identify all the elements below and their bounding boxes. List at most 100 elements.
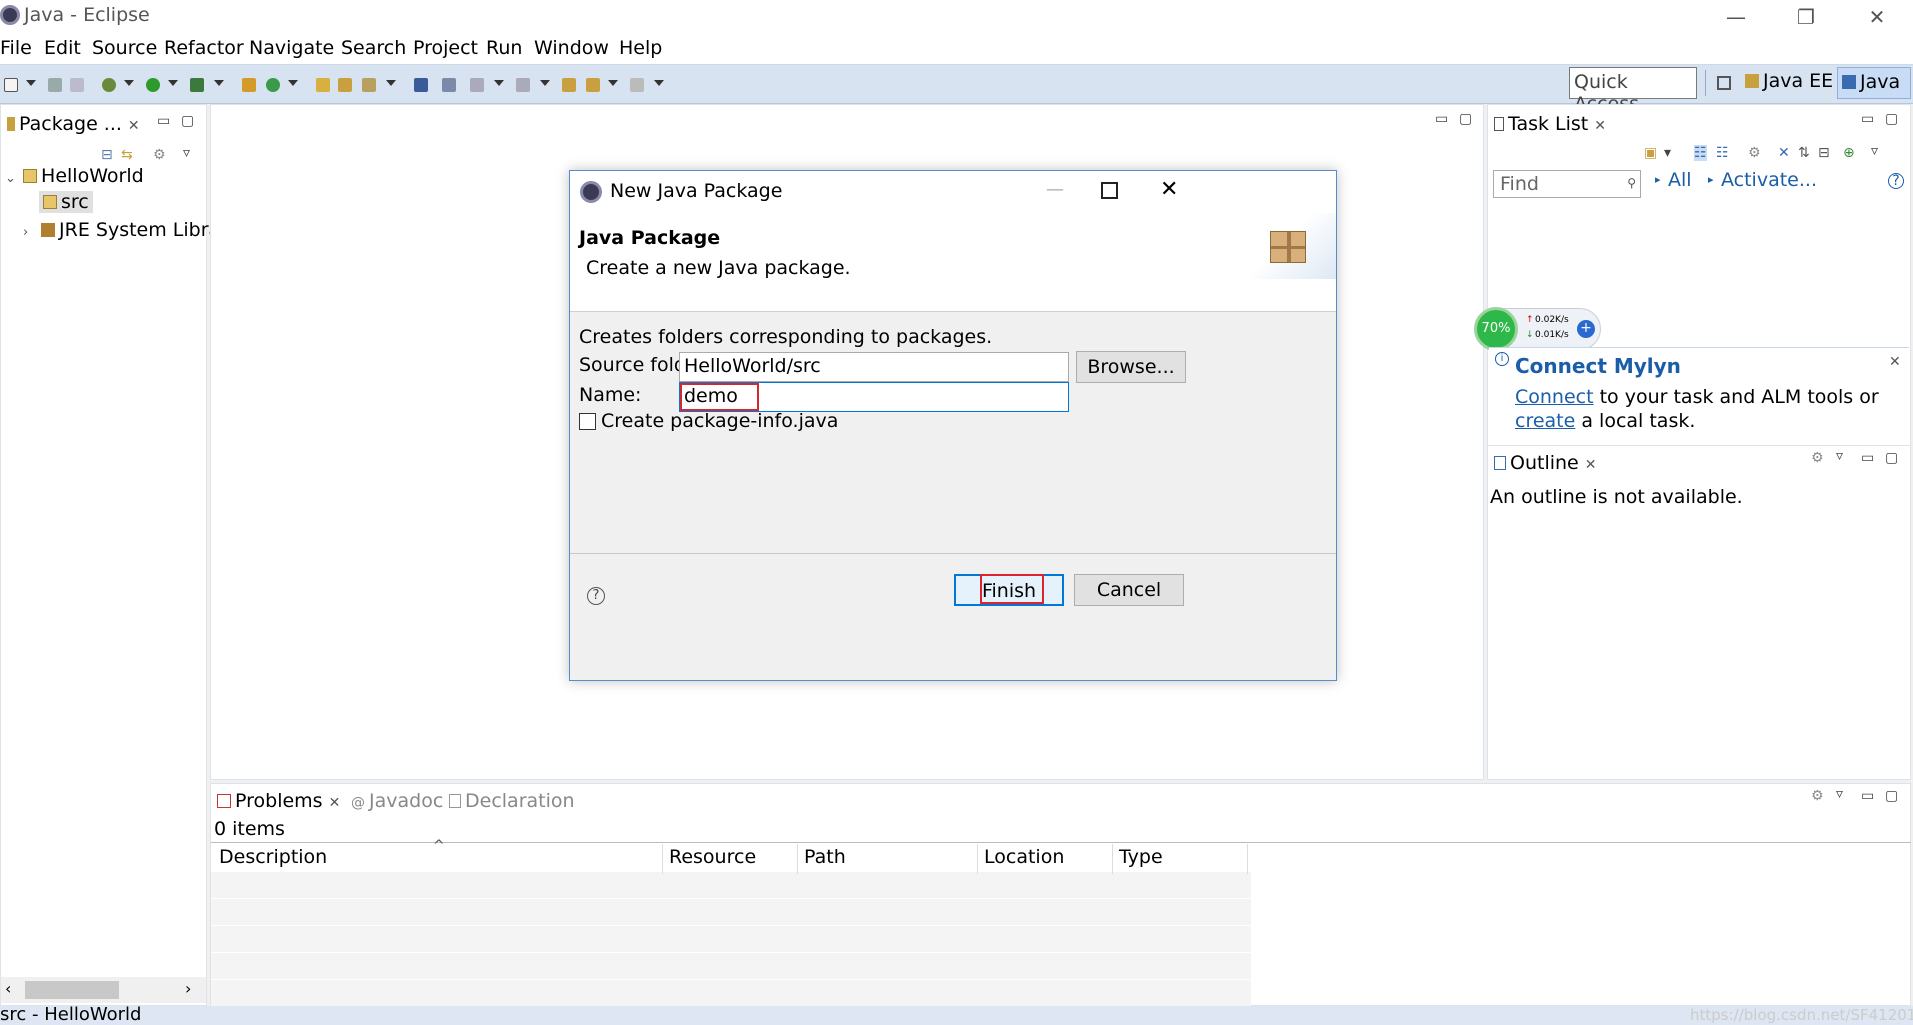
new-task-icon[interactable]: ▣: [1644, 145, 1657, 161]
run-icon[interactable]: [146, 78, 160, 92]
new-java-package-icon[interactable]: [242, 78, 256, 92]
menu-run[interactable]: Run: [486, 37, 522, 59]
menu-navigate[interactable]: Navigate: [249, 37, 334, 59]
focus-icon[interactable]: ✕: [1778, 145, 1790, 161]
menu-edit[interactable]: Edit: [44, 37, 81, 59]
collapse-all-icon[interactable]: ⊟: [101, 147, 113, 163]
forward-dropdown-icon[interactable]: [654, 80, 664, 86]
view-menu-icon[interactable]: ▿: [1836, 786, 1843, 802]
forward-icon[interactable]: [630, 78, 644, 92]
filter-all-link[interactable]: All: [1668, 169, 1692, 191]
name-input[interactable]: demo: [679, 382, 1069, 412]
menu-help[interactable]: Help: [619, 37, 662, 59]
menu-refactor[interactable]: Refactor: [164, 37, 244, 59]
column-path[interactable]: Path: [798, 844, 978, 874]
search-dropdown-icon[interactable]: [386, 80, 396, 86]
view-menu-icon[interactable]: ▿: [183, 145, 190, 161]
new-icon[interactable]: [4, 78, 18, 92]
horizontal-scrollbar[interactable]: ‹ ›: [1, 977, 206, 1003]
new-dropdown-icon[interactable]: [26, 80, 36, 86]
editor-maximize-icon[interactable]: ▢: [1459, 111, 1472, 127]
open-type-icon[interactable]: [316, 78, 330, 92]
activate-link[interactable]: Activate...: [1721, 169, 1817, 191]
back-dropdown-icon[interactable]: [608, 80, 618, 86]
tab-problems[interactable]: Problems ✕: [211, 786, 347, 816]
restore-button[interactable]: ❐: [1784, 2, 1828, 32]
minimize-view-icon[interactable]: ▭: [1861, 788, 1874, 804]
tab-package-explorer[interactable]: Package ... ✕: [1, 109, 146, 139]
close-tab-icon[interactable]: ✕: [128, 118, 140, 134]
open-task-icon[interactable]: [338, 78, 352, 92]
task-find-input[interactable]: Find ⚲: [1493, 170, 1641, 198]
help-icon[interactable]: ?: [1888, 173, 1904, 189]
boost-plus-icon[interactable]: +: [1577, 320, 1595, 338]
external-tools-dropdown-icon[interactable]: [214, 80, 224, 86]
expand-chevron-icon[interactable]: ⌄: [5, 171, 17, 186]
tab-declaration[interactable]: Declaration: [443, 786, 581, 816]
categorized-icon[interactable]: ☷: [1694, 145, 1707, 161]
maximize-view-icon[interactable]: ▢: [1885, 111, 1898, 127]
minimize-view-icon[interactable]: ▭: [1861, 450, 1874, 466]
column-location[interactable]: Location: [978, 844, 1113, 874]
editor-minimize-icon[interactable]: ▭: [1435, 111, 1448, 127]
view-menu-icon[interactable]: ▿: [1836, 448, 1843, 464]
save-all-icon[interactable]: [70, 78, 84, 92]
sync-icon[interactable]: ⇅: [1798, 145, 1810, 161]
minimize-view-icon[interactable]: ▭: [1861, 111, 1874, 127]
scroll-right-icon[interactable]: ›: [185, 979, 191, 998]
debug-icon[interactable]: [102, 78, 116, 92]
open-perspective-icon[interactable]: [1717, 76, 1731, 90]
menu-project[interactable]: Project: [413, 37, 478, 59]
connect-link[interactable]: Connect: [1515, 386, 1594, 408]
prev-annotation-dropdown-icon[interactable]: [540, 80, 550, 86]
scheduled-icon[interactable]: ☷: [1716, 145, 1729, 161]
collapse-icon[interactable]: ⊟: [1818, 145, 1830, 161]
view-menu-filter-icon[interactable]: ⚙: [153, 147, 166, 163]
perspective-java[interactable]: Java: [1837, 67, 1911, 99]
tree-item-jre[interactable]: › JRE System Libra: [23, 219, 220, 241]
repositories-icon[interactable]: ⊕: [1843, 145, 1855, 161]
outline-filter-icon[interactable]: ⚙: [1811, 450, 1824, 466]
menu-source[interactable]: Source: [92, 37, 157, 59]
maximize-view-icon[interactable]: ▢: [1885, 450, 1898, 466]
close-tab-icon[interactable]: ✕: [1594, 118, 1606, 134]
hide-completed-icon[interactable]: ⚙: [1748, 145, 1761, 161]
view-menu-icon[interactable]: ▿: [1871, 143, 1878, 159]
close-tab-icon[interactable]: ✕: [1585, 457, 1597, 473]
close-mylyn-icon[interactable]: ✕: [1889, 354, 1901, 370]
menu-search[interactable]: Search: [341, 37, 406, 59]
next-annotation-dropdown-icon[interactable]: [494, 80, 504, 86]
package-info-checkbox[interactable]: [579, 413, 596, 430]
cancel-button[interactable]: Cancel: [1074, 574, 1184, 606]
tree-item-src[interactable]: src: [39, 191, 93, 213]
browse-button[interactable]: Browse...: [1076, 351, 1186, 383]
back-icon[interactable]: [586, 78, 600, 92]
source-folder-input[interactable]: HelloWorld/src: [679, 352, 1069, 382]
last-edit-icon[interactable]: [562, 78, 576, 92]
menu-window[interactable]: Window: [534, 37, 609, 59]
maximize-view-icon[interactable]: ▢: [1885, 788, 1898, 804]
column-type[interactable]: Type: [1113, 844, 1248, 874]
new-task-dropdown-icon[interactable]: ▾: [1664, 145, 1671, 161]
minimize-button[interactable]: —: [1714, 2, 1758, 32]
filter-icon[interactable]: ⚙: [1811, 788, 1824, 804]
tab-javadoc[interactable]: @ Javadoc: [345, 786, 449, 816]
quick-access-input[interactable]: Quick Access: [1569, 67, 1697, 115]
dialog-maximize-button[interactable]: [1101, 182, 1118, 199]
toggle-mark-icon[interactable]: [414, 78, 428, 92]
annotation-icon[interactable]: [442, 78, 456, 92]
tab-outline[interactable]: Outline ✕: [1488, 448, 1603, 478]
link-with-editor-icon[interactable]: ⇆: [121, 147, 133, 163]
help-icon[interactable]: ?: [587, 587, 605, 605]
finish-button[interactable]: Finish: [954, 574, 1064, 606]
expand-chevron-icon[interactable]: ›: [23, 225, 35, 240]
prev-annotation-icon[interactable]: [516, 78, 530, 92]
new-class-dropdown-icon[interactable]: [288, 80, 298, 86]
perspective-java-ee[interactable]: Java EE: [1745, 70, 1833, 92]
column-resource[interactable]: Resource: [663, 844, 798, 874]
scrollbar-thumb[interactable]: [25, 981, 119, 999]
tree-item-helloworld[interactable]: ⌄ HelloWorld: [5, 165, 144, 187]
tab-task-list[interactable]: Task List ✕: [1488, 109, 1612, 139]
external-tools-icon[interactable]: [190, 78, 204, 92]
close-button[interactable]: ✕: [1855, 2, 1899, 32]
